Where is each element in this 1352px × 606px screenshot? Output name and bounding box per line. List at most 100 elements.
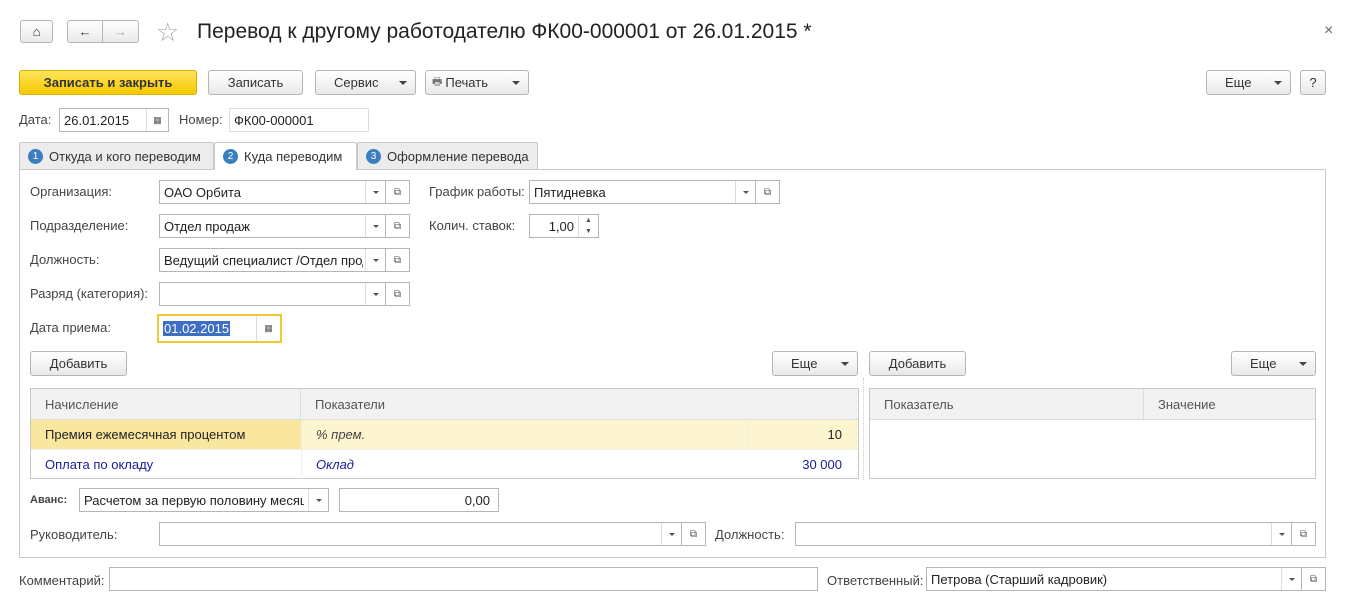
- open-icon[interactable]: ⧉: [386, 248, 410, 272]
- responsible-input[interactable]: Петрова (Старший кадровик): [926, 567, 1302, 591]
- add-accrual-button[interactable]: Добавить: [30, 351, 127, 376]
- column-header[interactable]: Начисление: [31, 389, 301, 420]
- number-label: Номер:: [179, 112, 223, 127]
- grade-input[interactable]: [159, 282, 386, 306]
- tab-label: Куда переводим: [244, 149, 343, 164]
- comment-label: Комментарий:: [19, 573, 105, 588]
- arrow-left-icon: ←: [78, 24, 92, 39]
- date-value: 26.01.2015: [64, 112, 130, 128]
- manager-position-input[interactable]: [795, 522, 1292, 546]
- chevron-down-icon: [1274, 80, 1282, 85]
- dropdown-icon[interactable]: [661, 523, 681, 545]
- hire-date-label: Дата приема:: [30, 320, 111, 335]
- open-icon[interactable]: ⧉: [386, 214, 410, 238]
- dropdown-icon[interactable]: [735, 181, 755, 203]
- tab-to[interactable]: 2 Куда переводим: [214, 142, 357, 170]
- accrual-name: Оплата по окладу: [45, 457, 154, 472]
- rate-label: Колич. ставок:: [429, 218, 516, 233]
- manager-label: Руководитель:: [30, 527, 118, 542]
- chevron-down-icon: [841, 361, 849, 366]
- tab-label: Откуда и кого переводим: [49, 149, 201, 164]
- table-row[interactable]: Премия ежемесячная процентом % прем. 10: [31, 420, 858, 449]
- calendar-icon[interactable]: ▦: [146, 109, 168, 131]
- grade-label: Разряд (категория):: [30, 286, 149, 301]
- tab-number: 2: [223, 149, 238, 164]
- manager-input[interactable]: [159, 522, 682, 546]
- org-input[interactable]: ОАО Орбита: [159, 180, 386, 204]
- hire-date-input[interactable]: 01.02.2015 ▦: [157, 314, 282, 343]
- back-button[interactable]: ←: [67, 20, 103, 43]
- indicator-value: 30 000: [802, 457, 842, 472]
- accrual-name: Премия ежемесячная процентом: [31, 420, 301, 449]
- printer-icon: 🖶: [432, 76, 443, 88]
- tab-registration[interactable]: 3 Оформление перевода: [357, 142, 538, 170]
- save-close-button[interactable]: Записать и закрыть: [19, 70, 197, 95]
- dept-input[interactable]: Отдел продаж: [159, 214, 386, 238]
- help-button[interactable]: ?: [1300, 70, 1326, 95]
- dropdown-icon[interactable]: [365, 181, 385, 203]
- calendar-icon[interactable]: ▦: [256, 316, 280, 341]
- more-label: Еще: [1250, 356, 1277, 371]
- dept-label: Подразделение:: [30, 218, 129, 233]
- dropdown-icon[interactable]: [1271, 523, 1291, 545]
- rate-input[interactable]: 1,00 ▲ ▼: [529, 214, 599, 238]
- date-input[interactable]: 26.01.2015 ▦: [59, 108, 169, 132]
- arrow-right-icon: →: [114, 24, 127, 39]
- column-header[interactable]: Показатель: [870, 389, 1144, 420]
- chevron-down-icon: [399, 80, 407, 85]
- dropdown-icon[interactable]: [365, 249, 385, 271]
- indicator-name: % прем.: [301, 420, 747, 449]
- position-value: Ведущий специалист /Отдел продаж/: [164, 252, 363, 268]
- schedule-label: График работы:: [429, 184, 525, 199]
- open-icon[interactable]: ⧉: [756, 180, 780, 204]
- org-value: ОАО Орбита: [164, 184, 242, 200]
- comment-input[interactable]: [109, 567, 818, 591]
- accruals-table: Начисление Показатели Премия ежемесячная…: [30, 388, 859, 479]
- print-button[interactable]: 🖶 Печать: [425, 70, 529, 95]
- service-button[interactable]: Сервис: [315, 70, 416, 95]
- column-header[interactable]: Показатели: [301, 389, 858, 420]
- column-header[interactable]: Значение: [1144, 389, 1315, 420]
- rate-value: 1,00: [548, 218, 574, 234]
- save-button[interactable]: Записать: [208, 70, 303, 95]
- home-button[interactable]: ⌂: [20, 20, 53, 43]
- tab-label: Оформление перевода: [387, 149, 529, 164]
- manager-position-label: Должность:: [715, 527, 785, 542]
- tab-number: 1: [28, 149, 43, 164]
- date-label: Дата:: [19, 112, 52, 127]
- close-button[interactable]: ×: [1324, 22, 1333, 40]
- position-input[interactable]: Ведущий специалист /Отдел продаж/: [159, 248, 386, 272]
- tab-from[interactable]: 1 Откуда и кого переводим: [19, 142, 214, 170]
- more-label: Еще: [1225, 75, 1252, 90]
- advance-amount-input[interactable]: 0,00: [339, 488, 499, 512]
- table-row[interactable]: Оплата по окладу Оклад 30 000: [31, 449, 858, 479]
- stepper-icon[interactable]: ▲ ▼: [578, 215, 598, 237]
- dropdown-icon[interactable]: [365, 215, 385, 237]
- add-indicator-button[interactable]: Добавить: [869, 351, 966, 376]
- number-input[interactable]: ФК00-000001: [229, 108, 369, 132]
- hire-date-value: 01.02.2015: [163, 321, 231, 336]
- schedule-input[interactable]: Пятидневка: [529, 180, 756, 204]
- advance-method-select[interactable]: Расчетом за первую половину месяца: [79, 488, 329, 512]
- dropdown-icon[interactable]: [365, 283, 385, 305]
- indicator-name: Оклад: [301, 450, 747, 479]
- open-icon[interactable]: ⧉: [1292, 522, 1316, 546]
- accruals-more-button[interactable]: Еще: [772, 351, 858, 376]
- open-icon[interactable]: ⧉: [386, 180, 410, 204]
- open-icon[interactable]: ⧉: [386, 282, 410, 306]
- schedule-value: Пятидневка: [534, 184, 606, 200]
- chevron-down-icon: [1299, 361, 1307, 366]
- open-icon[interactable]: ⧉: [1302, 567, 1326, 591]
- advance-label: Аванс:: [30, 494, 68, 506]
- open-icon[interactable]: ⧉: [682, 522, 706, 546]
- forward-button[interactable]: →: [102, 20, 139, 43]
- indicators-more-button[interactable]: Еще: [1231, 351, 1316, 376]
- dropdown-icon[interactable]: [308, 489, 328, 511]
- home-icon: ⌂: [32, 24, 41, 39]
- dropdown-icon[interactable]: [1281, 568, 1301, 590]
- more-button[interactable]: Еще: [1206, 70, 1291, 95]
- indicators-table: Показатель Значение: [869, 388, 1316, 479]
- star-icon[interactable]: ☆: [156, 17, 179, 48]
- chevron-down-icon: [512, 80, 520, 85]
- position-label: Должность:: [30, 252, 100, 267]
